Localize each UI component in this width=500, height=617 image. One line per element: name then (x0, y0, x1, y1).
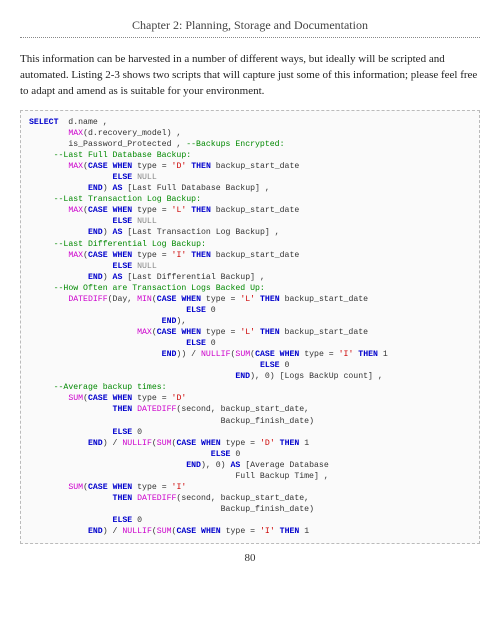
page-number: 80 (20, 552, 480, 564)
code-listing: SELECT d.name , MAX(d.recovery_model) , … (20, 110, 480, 544)
comment: --Backups Encrypted: (186, 140, 284, 149)
body-paragraph: This information can be harvested in a n… (20, 52, 480, 100)
chapter-title: Chapter 2: Planning, Storage and Documen… (20, 18, 480, 38)
comment: --Last Differential Log Backup: (54, 240, 206, 249)
comment: --Last Transaction Log Backup: (54, 195, 201, 204)
comment: --Average backup times: (54, 383, 167, 392)
kw-select: SELECT (29, 118, 58, 127)
comment: --Last Full Database Backup: (54, 151, 192, 160)
fn-max: MAX (68, 129, 83, 138)
comment: --How Often are Transaction Logs Backed … (54, 284, 265, 293)
